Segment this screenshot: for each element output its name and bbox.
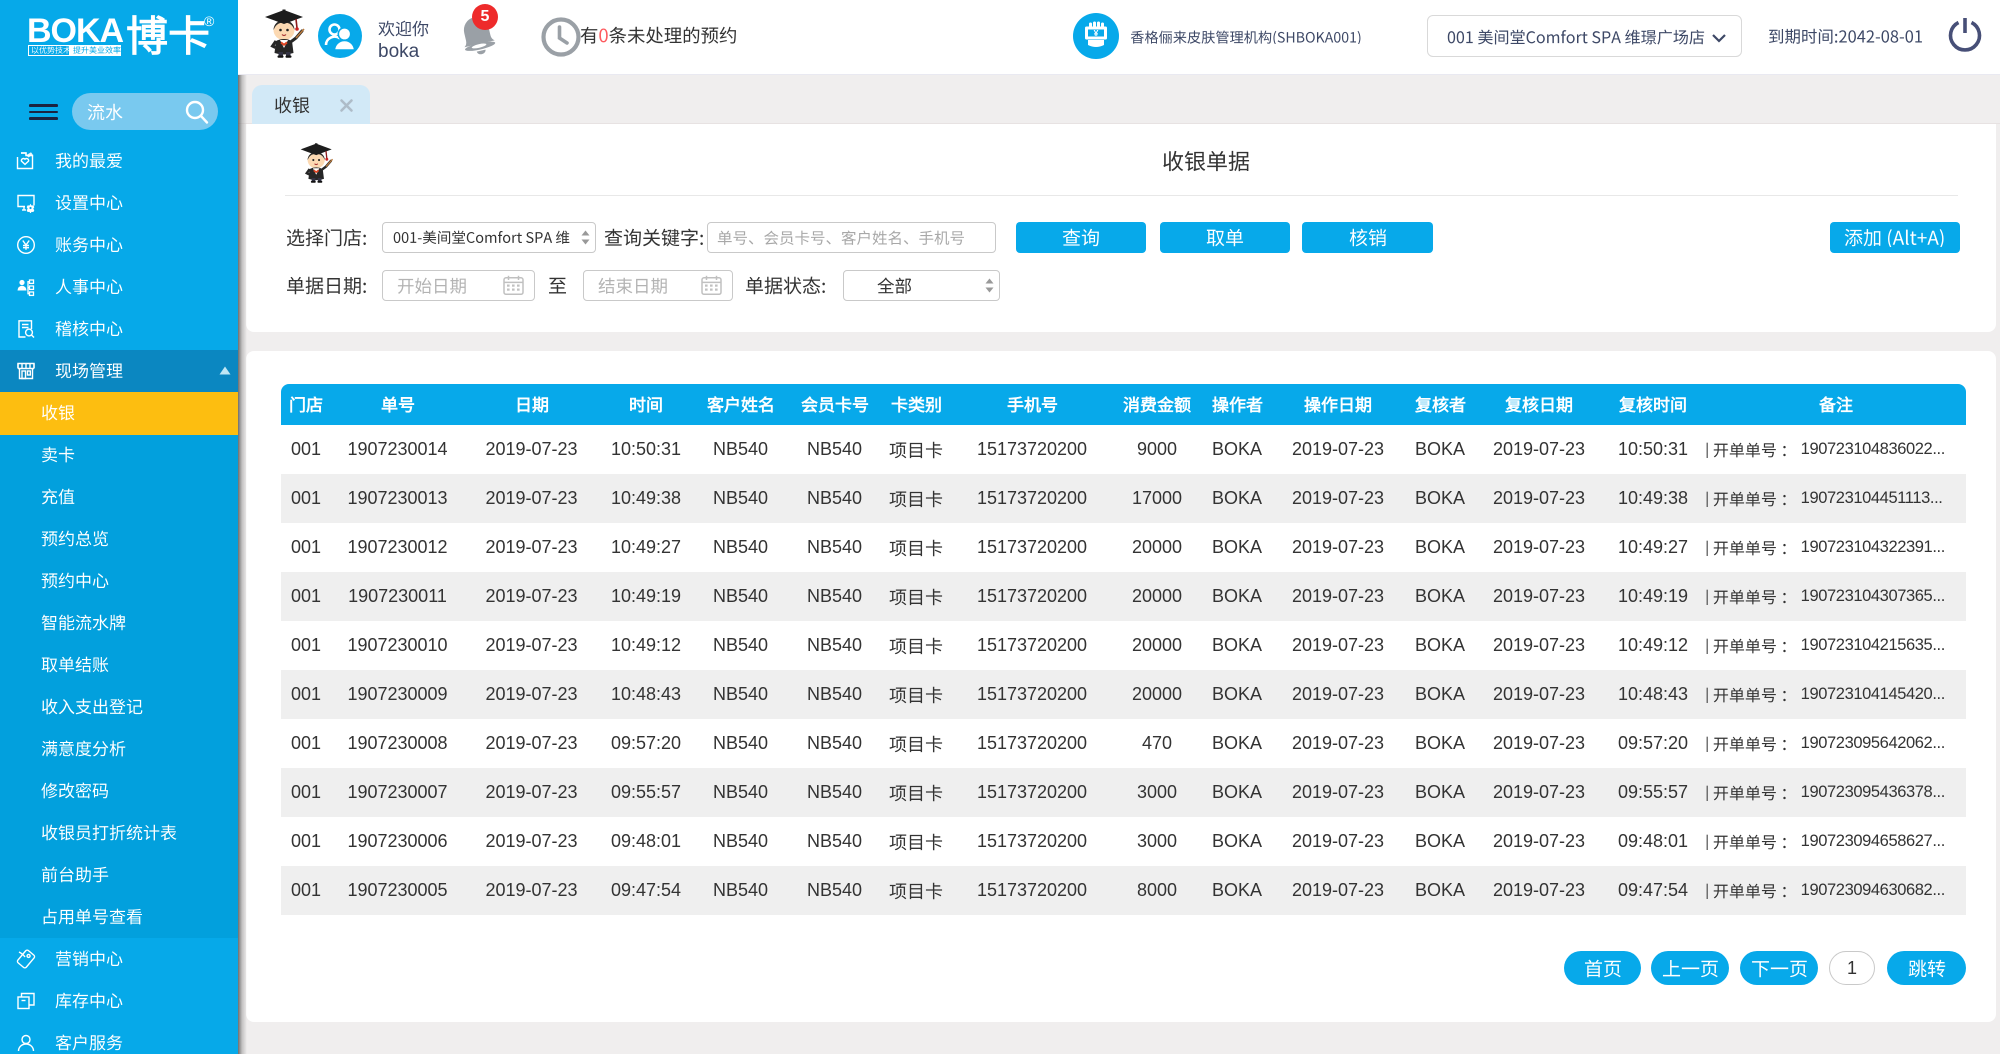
svg-text:¥: ¥ xyxy=(1094,28,1099,38)
